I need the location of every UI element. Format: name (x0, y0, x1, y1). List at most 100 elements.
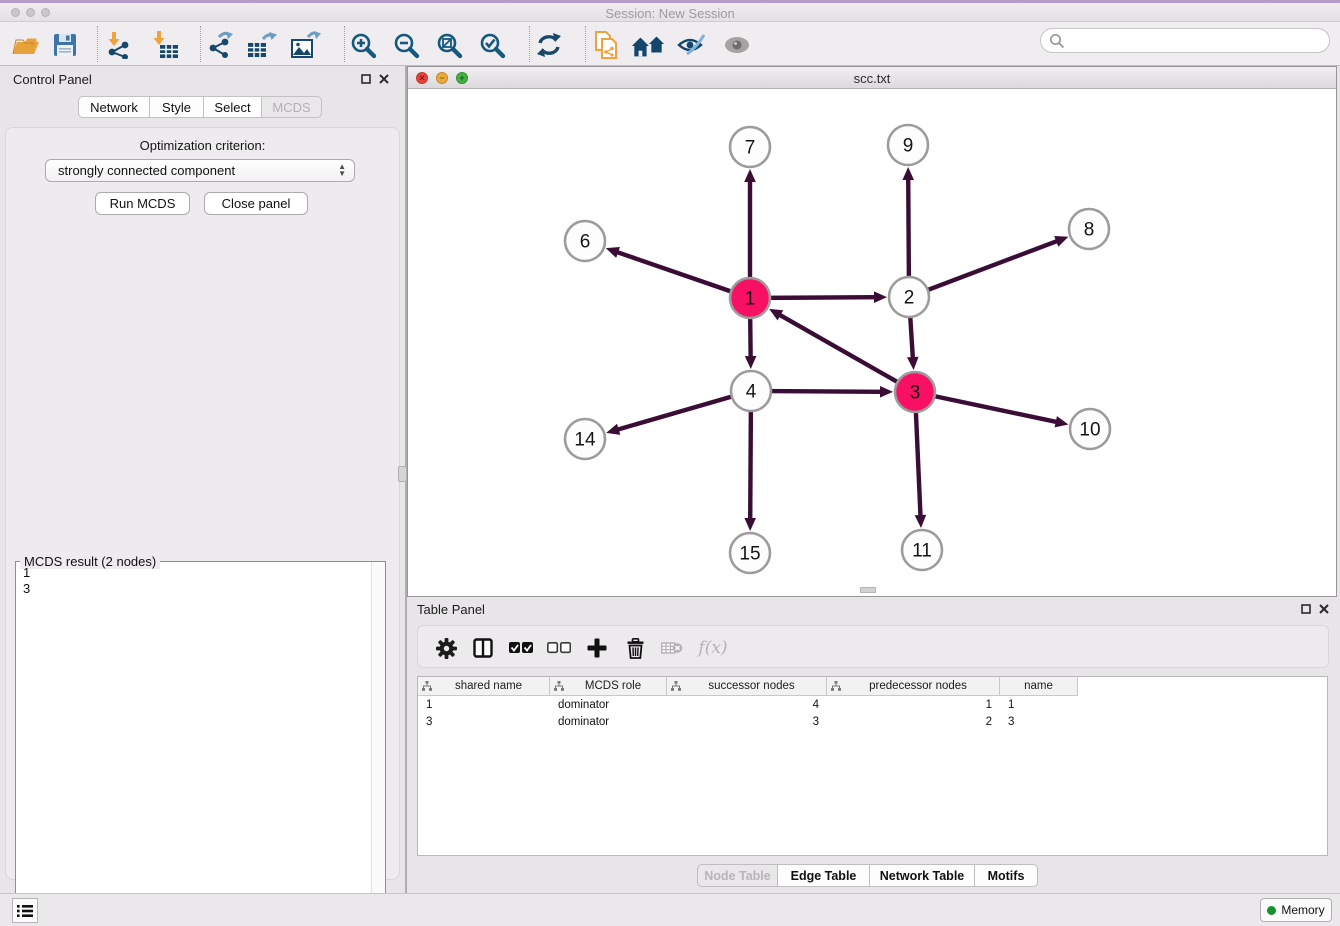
attribute-tree-icon (554, 681, 564, 691)
table-cell: 1 (418, 697, 550, 714)
graph-edge-4-14[interactable] (617, 396, 734, 430)
home-icon[interactable] (631, 30, 665, 60)
list-icon (17, 904, 33, 918)
toolbar-separator (344, 26, 345, 62)
deselect-all-icon[interactable] (544, 633, 574, 663)
save-session-icon[interactable] (48, 30, 82, 60)
import-network-icon[interactable] (101, 30, 135, 60)
column-header-shared-name[interactable]: shared name (418, 677, 550, 695)
table-header-row: shared nameMCDS rolesuccessor nodesprede… (418, 677, 1078, 696)
zoom-fit-icon[interactable] (432, 30, 466, 60)
graph-svg: 1234678910111415 (408, 89, 1336, 596)
function-builder-icon[interactable]: f(x) (694, 633, 732, 663)
graph-edge-2-3[interactable] (910, 315, 913, 359)
network-window: ✕ − + scc.txt 1234678910111415 (407, 66, 1337, 597)
mcds-result-item[interactable]: 1 (16, 564, 371, 580)
graph-edge-arrow (606, 424, 620, 435)
zoom-selected-icon[interactable] (475, 30, 509, 60)
graph-node-label: 4 (746, 382, 757, 403)
graph-node-label: 6 (580, 232, 591, 253)
gear-icon[interactable] (431, 633, 461, 663)
control-panel-tab-style[interactable]: Style (150, 96, 204, 118)
table-tabs: Node TableEdge TableNetwork TableMotifs (697, 864, 1038, 887)
close-table-panel-icon[interactable] (1318, 603, 1330, 615)
memory-label: Memory (1281, 903, 1324, 917)
table-cell: 3 (418, 714, 550, 731)
table-row[interactable]: 3dominator323 (418, 714, 1078, 731)
table-tab-node-table[interactable]: Node Table (697, 864, 778, 887)
graph-edge-2-9[interactable] (908, 178, 909, 279)
clone-network-icon[interactable] (589, 30, 623, 60)
app-window: Session: New Session (0, 0, 1340, 926)
graph-edge-2-8[interactable] (926, 241, 1058, 291)
graph-edge-1-2[interactable] (768, 297, 876, 298)
task-history-button[interactable] (12, 898, 38, 923)
graph-node-label: 14 (574, 430, 596, 451)
graph-node-label: 1 (745, 289, 756, 310)
hide-graphics-details-icon[interactable] (675, 30, 709, 60)
delete-table-icon[interactable] (657, 633, 687, 663)
network-window-titlebar: ✕ − + scc.txt (408, 67, 1336, 89)
column-header-MCDS-role[interactable]: MCDS role (550, 677, 667, 695)
export-network-icon[interactable] (203, 30, 237, 60)
table-tab-network-table[interactable]: Network Table (870, 864, 975, 887)
attribute-tree-icon (422, 681, 432, 691)
horizontal-splitter-grip[interactable] (860, 587, 876, 593)
import-table-icon[interactable] (148, 30, 182, 60)
control-panel-tabs: NetworkStyleSelectMCDS (78, 96, 322, 118)
graph-edge-arrow (744, 169, 756, 182)
float-panel-icon[interactable] (360, 73, 372, 85)
memory-button[interactable]: Memory (1260, 898, 1332, 922)
refresh-icon[interactable] (532, 30, 566, 60)
column-header-predecessor-nodes[interactable]: predecessor nodes (827, 677, 1000, 695)
control-panel-header: Control Panel (0, 66, 405, 92)
table-row[interactable]: 1dominator411 (418, 697, 1078, 714)
show-graphics-details-icon[interactable] (720, 30, 754, 60)
graph-edge-arrow (744, 518, 756, 531)
zoom-out-icon[interactable] (389, 30, 423, 60)
criterion-select[interactable]: strongly connected component ▲▼ (45, 159, 355, 182)
select-all-icon[interactable] (506, 633, 536, 663)
run-mcds-button[interactable]: Run MCDS (95, 192, 190, 215)
graph-edge-3-11[interactable] (916, 410, 921, 517)
export-table-icon[interactable] (245, 30, 279, 60)
columns-icon[interactable] (468, 633, 498, 663)
control-panel-tab-select[interactable]: Select (204, 96, 262, 118)
close-panel-button[interactable]: Close panel (204, 192, 308, 215)
node-table: shared nameMCDS rolesuccessor nodesprede… (417, 676, 1328, 856)
mcds-result-list[interactable]: 13 (16, 564, 371, 926)
delete-icon[interactable] (620, 633, 650, 663)
graph-edge-4-15[interactable] (750, 409, 751, 520)
control-panel-tab-network[interactable]: Network (78, 96, 150, 118)
graph-edge-arrow (1055, 416, 1069, 427)
graph-edge-3-10[interactable] (933, 396, 1058, 422)
graph-edge-4-3[interactable] (769, 391, 882, 392)
mcds-result-item[interactable]: 3 (16, 580, 371, 596)
column-header-successor-nodes[interactable]: successor nodes (667, 677, 827, 695)
graph-edge-arrow (880, 386, 893, 398)
search-box (1040, 28, 1330, 53)
table-tab-edge-table[interactable]: Edge Table (778, 864, 870, 887)
add-icon[interactable] (582, 633, 612, 663)
float-table-panel-icon[interactable] (1300, 603, 1312, 615)
graph-edge-1-6[interactable] (616, 252, 733, 292)
open-session-icon[interactable] (8, 30, 42, 60)
search-input[interactable] (1070, 32, 1321, 49)
result-scrollbar[interactable] (371, 562, 385, 926)
graph-edge-3-1[interactable] (779, 314, 900, 383)
table-cell: dominator (550, 697, 667, 714)
control-panel-tab-mcds[interactable]: MCDS (262, 96, 322, 118)
table-panel-title: Table Panel (417, 602, 485, 617)
memory-status-icon (1267, 906, 1276, 915)
window-title: Session: New Session (0, 6, 1340, 21)
column-header-name[interactable]: name (1000, 677, 1078, 695)
table-tab-motifs[interactable]: Motifs (975, 864, 1038, 887)
zoom-in-icon[interactable] (346, 30, 380, 60)
export-image-icon[interactable] (289, 30, 323, 60)
search-icon (1049, 33, 1065, 49)
close-panel-icon[interactable] (378, 73, 390, 85)
vertical-splitter-grip[interactable] (398, 466, 407, 482)
control-panel: Control Panel NetworkStyleSelectMCDS Opt… (0, 66, 405, 893)
network-canvas[interactable]: 1234678910111415 (408, 89, 1336, 596)
graph-edge-arrow (907, 357, 919, 370)
